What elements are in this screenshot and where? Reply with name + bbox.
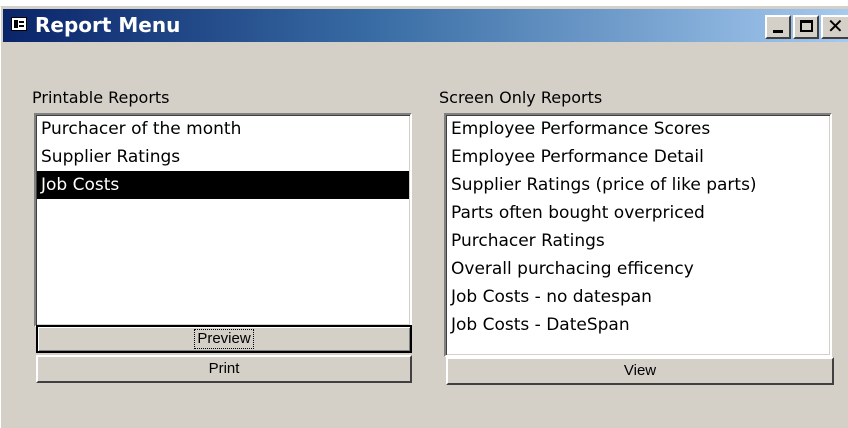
list-item[interactable]: Job Costs - DateSpan xyxy=(447,311,829,339)
printable-reports-label: Printable Reports xyxy=(32,88,170,107)
list-item[interactable]: Parts often bought overpriced xyxy=(447,199,829,227)
report-menu-window: Report Menu ✕ Printable Reports Purchace… xyxy=(0,6,848,428)
window-title: Report Menu xyxy=(35,13,181,37)
print-button[interactable]: Print xyxy=(36,355,412,383)
list-item[interactable]: Supplier Ratings (price of like parts) xyxy=(447,171,829,199)
list-item-selected[interactable]: Job Costs xyxy=(37,171,409,199)
list-item[interactable]: Purchacer of the month xyxy=(37,115,409,143)
form-icon xyxy=(11,17,27,31)
screen-only-reports-label: Screen Only Reports xyxy=(439,88,603,107)
list-item[interactable]: Supplier Ratings xyxy=(37,143,409,171)
screen-only-reports-list[interactable]: Employee Performance Scores Employee Per… xyxy=(444,113,832,357)
list-item[interactable]: Overall purchacing efficency xyxy=(447,255,829,283)
list-item[interactable]: Job Costs - no datespan xyxy=(447,283,829,311)
list-item[interactable]: Employee Performance Scores xyxy=(447,115,829,143)
preview-button[interactable]: Preview xyxy=(36,325,412,353)
close-button[interactable]: ✕ xyxy=(821,15,848,39)
minimize-icon xyxy=(773,30,783,33)
maximize-icon xyxy=(800,20,813,32)
title-bar[interactable]: Report Menu ✕ xyxy=(3,9,848,42)
maximize-button[interactable] xyxy=(793,15,819,39)
preview-button-label: Preview xyxy=(194,329,254,349)
close-icon: ✕ xyxy=(827,14,844,38)
minimize-button[interactable] xyxy=(765,15,791,39)
list-item[interactable]: Purchacer Ratings xyxy=(447,227,829,255)
view-button[interactable]: View xyxy=(446,357,834,385)
list-item[interactable]: Employee Performance Detail xyxy=(447,143,829,171)
printable-reports-list[interactable]: Purchacer of the month Supplier Ratings … xyxy=(34,113,412,327)
